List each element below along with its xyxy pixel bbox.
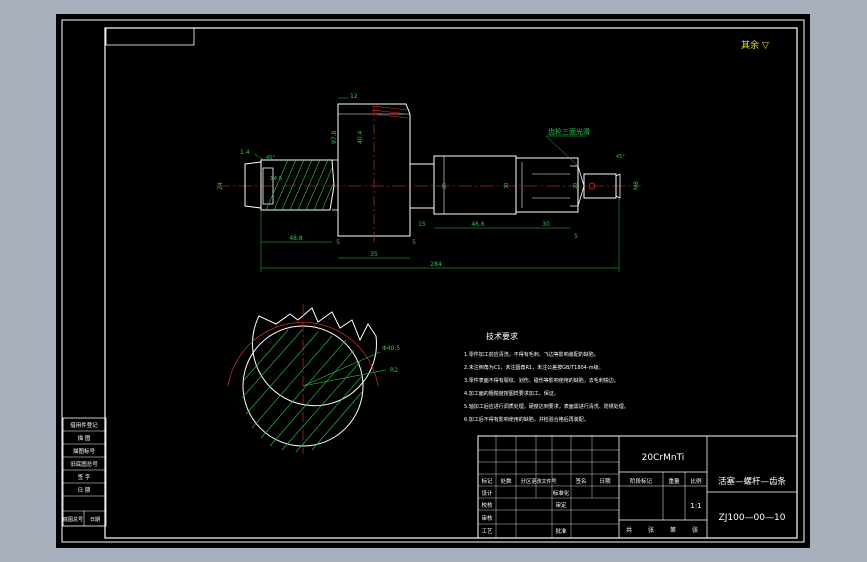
rack-shaft [515, 157, 579, 213]
rev-header: 签名 [575, 477, 586, 485]
strip-label: 日 期 [78, 487, 91, 494]
strip-label: 签 字 [78, 473, 91, 481]
footer-label: 张 [648, 526, 654, 534]
dim-label: 12 [350, 93, 358, 100]
gear-profile [252, 307, 377, 407]
role-label: 设计 [481, 489, 493, 497]
role-label: 工艺 [481, 528, 493, 535]
title-block: 标记 处数 分区 更改文件号 签名 日期 设计 标准化 校核 审定 审核 工艺 … [477, 435, 798, 539]
part-name: 活塞—螺杆—齿条 [718, 476, 787, 487]
stage-header: 重量 [668, 477, 680, 485]
surface-finish-symbol: ▽ [762, 41, 769, 51]
dim-label: 30 [542, 221, 550, 228]
dim-label: 15 [418, 221, 426, 228]
tech-requirements: 技术要求 1.零件加工前应清洗，不得有毛刺、飞边等影响装配的缺陷。 2.未注倒角… [464, 331, 629, 423]
shaft-left-end [244, 161, 262, 209]
dim-label: Φ40.5 [382, 345, 400, 352]
bevel-left: 45° [266, 155, 275, 161]
role-label: 审核 [481, 514, 493, 522]
cad-drawing: 借用件登记 描 图 描图标号 旧底图总号 签 字 日 期 底图总号 日期 其余 … [61, 19, 805, 543]
footer-label: 第 [670, 526, 676, 534]
section-view: Φ40.5 R2 [227, 304, 400, 454]
dim-label: M8 [633, 181, 640, 190]
strip-label: 借用件登记 [70, 421, 98, 429]
section-hatch [241, 329, 363, 453]
shaft-dimensions: 284 48.8 35 5 5 15 46.6 30 5 12 97.8 40.… [217, 93, 640, 272]
dim-label: 20 [573, 183, 579, 189]
tech-item: 5.轴加工后应进行调质处理，硬度达到要求，表面需进行清洗、防锈处理。 [464, 403, 629, 410]
strip-label: 描 图 [78, 434, 91, 442]
drawing-sheet: 借用件登记 描 图 描图标号 旧底图总号 签 字 日 期 底图总号 日期 其余 … [56, 14, 810, 548]
tech-item: 1.零件加工前应清洗，不得有毛刺、飞边等影响装配的缺陷。 [464, 351, 599, 358]
scale: 1:1 [690, 502, 701, 510]
dim-label: 1.4 [240, 149, 250, 156]
tech-item: 2.未注倒角为C1，未注圆角R1，未注公差按GB/T1804-m级。 [464, 364, 604, 371]
strip-label: 描图标号 [73, 447, 96, 455]
tech-item: 6.加工后不得有影响使用的缺陷，并检验合格后再装配。 [464, 416, 589, 423]
tech-item: 3.零件表面不得有裂纹、划伤、碰伤等影响使用的缺陷，去毛刺锐边。 [464, 377, 619, 384]
dim-label: 48.8 [289, 235, 303, 242]
strip-label: 旧底图总号 [70, 460, 98, 468]
rev-header: 标记 [481, 477, 493, 485]
strip-label: 底图总号 [63, 516, 83, 523]
left-strip: 借用件登记 描 图 描图标号 旧底图总号 签 字 日 期 底图总号 日期 [62, 417, 107, 527]
dim-label: 25 [442, 183, 448, 189]
outer-border [61, 19, 805, 543]
left-hatch [265, 159, 334, 211]
dim-label: 24 [217, 182, 224, 190]
inner-border [104, 27, 798, 539]
bevel-right: 45° [616, 154, 625, 160]
dim-label: 35 [370, 251, 378, 258]
strip-label: 日期 [90, 517, 100, 523]
stage-header: 阶段标记 [630, 477, 653, 485]
surface-finish-note: 其余 ▽ [741, 39, 769, 51]
dim-label: 5 [574, 233, 578, 240]
role-label: 校核 [481, 501, 493, 509]
tech-item: 4.加工面的粗糙度按图样要求加工，保证。 [464, 390, 559, 397]
dim-label: R2 [390, 367, 398, 374]
stage-header: 比例 [690, 477, 702, 485]
rev-header: 分区 [520, 477, 532, 485]
footer-label: 共 [626, 526, 632, 534]
dim-label: 5 [336, 239, 340, 246]
gear-callout: 齿轮三面光滑 [548, 127, 590, 136]
role-label: 审定 [555, 501, 567, 509]
dim-label: 46.6 [471, 221, 485, 228]
tech-title: 技术要求 [486, 331, 518, 341]
footer-label: 张 [692, 526, 698, 534]
dim-label: 40.4 [357, 130, 364, 144]
material: 20CrMnTi [642, 453, 685, 463]
dim-label: 284 [430, 261, 442, 268]
role-label: 批准 [555, 527, 567, 535]
role-label: 标准化 [553, 489, 570, 497]
dim-label: 14.5 [270, 176, 283, 182]
rev-header: 处数 [500, 477, 512, 485]
rev-header: 日期 [599, 478, 611, 485]
rev-header: 更改文件号 [531, 478, 556, 485]
drawing-number: ZJ100—00—10 [719, 513, 786, 523]
dim-label: 5 [412, 239, 416, 246]
shaft-view [216, 103, 641, 242]
dim-label: 97.8 [331, 130, 338, 144]
dim-label: 30 [504, 183, 510, 189]
surface-finish-label: 其余 [741, 39, 759, 51]
left-body [260, 159, 335, 211]
code-box [105, 27, 195, 46]
